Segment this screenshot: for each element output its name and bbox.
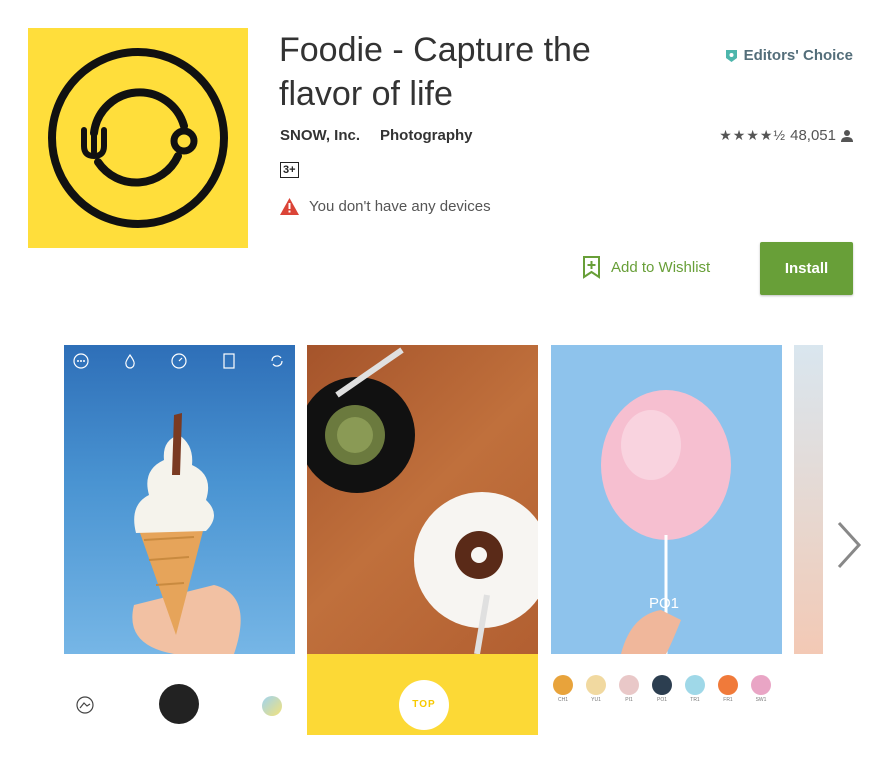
editors-choice-badge: Editors' Choice — [725, 47, 853, 64]
screenshot-2[interactable]: TOP — [307, 345, 538, 735]
rating-count: 48,051 — [790, 127, 836, 144]
editors-choice-label: Editors' Choice — [743, 47, 853, 64]
wishlist-label: Add to Wishlist — [611, 258, 711, 276]
warning-triangle-icon — [280, 198, 299, 215]
ice-cream-illustration — [132, 413, 241, 654]
filter-item[interactable]: PI1 — [617, 675, 641, 703]
install-button[interactable]: Install — [760, 242, 853, 295]
add-to-wishlist-button[interactable]: Add to Wishlist — [582, 255, 710, 279]
screenshot-4[interactable] — [794, 345, 823, 735]
dessert-illustration — [307, 347, 538, 655]
person-icon — [841, 129, 853, 142]
top-button[interactable]: TOP — [399, 680, 449, 730]
shutter-button[interactable] — [159, 684, 199, 724]
chevron-right-icon[interactable] — [836, 520, 862, 570]
rating-summary: ★★★★½ 48,051 — [719, 127, 854, 144]
filter-item[interactable]: YU1 — [584, 675, 608, 703]
cotton-candy-photo: PO1 — [551, 345, 782, 654]
bookmark-plus-icon — [583, 256, 600, 279]
app-title: Foodie - Capture the flavor of life — [279, 31, 591, 113]
filter-item[interactable]: TR1 — [683, 675, 707, 703]
ice-cream-photo — [64, 345, 295, 654]
gallery-icon — [76, 696, 94, 714]
developer-category-row: SNOW, Inc. Photography — [280, 127, 473, 144]
screenshot-3[interactable]: PO1 CH1 YU1 PI1 PO1 TR1 FR1 SW1 — [551, 345, 782, 735]
camera-controls — [64, 654, 295, 735]
partial-photo — [794, 345, 823, 654]
filter-item-selected[interactable]: PO1 — [650, 675, 674, 703]
content-rating-badge: 3+ — [280, 162, 299, 178]
screenshot-1[interactable] — [64, 345, 295, 735]
app-icon — [28, 28, 248, 248]
rating-stars: ★★★★½ — [719, 127, 787, 143]
filter-item[interactable]: SW1 — [749, 675, 773, 703]
filter-preview-button[interactable] — [262, 696, 282, 716]
filter-item[interactable]: FR1 — [716, 675, 740, 703]
category-link[interactable]: Photography — [380, 127, 473, 144]
filter-item[interactable]: CH1 — [551, 675, 575, 703]
shield-badge-icon — [725, 49, 737, 62]
foodie-logo-icon — [28, 28, 248, 248]
developer-link[interactable]: SNOW, Inc. — [280, 127, 360, 144]
dessert-photo — [307, 345, 538, 655]
device-warning: You don't have any devices — [279, 197, 491, 216]
active-filter-label: PO1 — [649, 595, 680, 612]
device-warning-text: You don't have any devices — [309, 198, 491, 215]
